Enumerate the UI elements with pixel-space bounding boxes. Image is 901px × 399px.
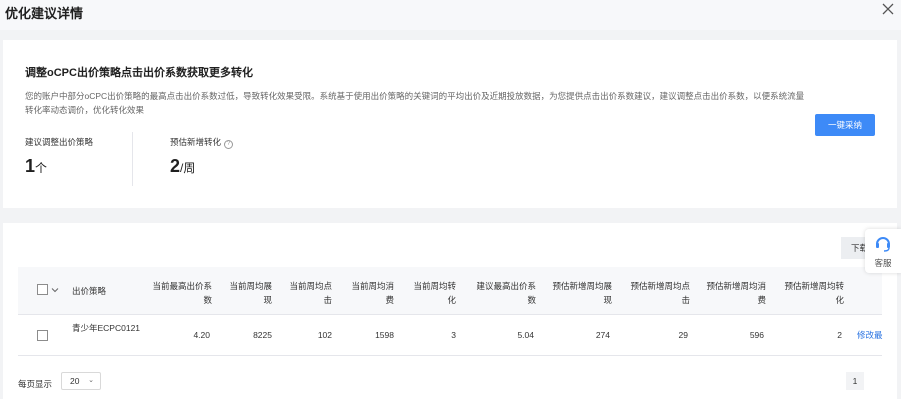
- modify-link[interactable]: 修改最: [857, 328, 887, 342]
- column-header-strategy: 出价策略: [72, 286, 107, 296]
- suggestion-description: 您的账户中部分oCPC出价策略的最高点击出价系数过低，导致转化效果受限。系统基于…: [25, 91, 805, 115]
- select-all-checkbox[interactable]: [37, 284, 48, 295]
- column-header: 当前周均转化: [413, 281, 456, 305]
- table-row: 青少年ECPC0121 4.20 8225 102 1598 3 5.04 27…: [18, 315, 883, 356]
- page-size-value: 20: [70, 376, 80, 386]
- column-header: 预估新增周均展现: [552, 281, 612, 305]
- stat-value-strategies: 1个: [25, 156, 47, 177]
- row-checkbox[interactable]: [37, 330, 48, 341]
- stat-unit: 个: [35, 161, 48, 175]
- cell-value: 3: [451, 330, 456, 340]
- stat-number: 2: [170, 156, 181, 176]
- dialog-header: 优化建议详情: [0, 0, 901, 30]
- column-header: 预估新增周均消费: [706, 281, 766, 305]
- cell-value: 1598: [375, 330, 394, 340]
- suggestion-card: 调整oCPC出价策略点击出价系数获取更多转化 您的账户中部分oCPC出价策略的最…: [3, 40, 897, 208]
- cell-value: 102: [317, 330, 332, 340]
- stat-label-strategies: 建议调整出价策略: [25, 137, 94, 147]
- cell-value: 274: [595, 330, 610, 340]
- stat-label-conversions: 预估新增转化?: [170, 136, 234, 149]
- page-size-select[interactable]: 20 ⌄: [61, 372, 101, 390]
- stat-unit: /周: [180, 161, 196, 175]
- strategy-name: 青少年ECPC0121: [72, 323, 141, 333]
- column-header: 建议最高出价系数: [476, 281, 536, 305]
- page-size-label: 每页显示: [18, 379, 53, 389]
- cell-value: 2: [837, 330, 842, 340]
- customer-service-label: 客服: [874, 258, 892, 268]
- stat-divider: [132, 132, 133, 186]
- table-header: 出价策略 当前最高出价系数 当前周均展现 当前周均点击 当前周均消费 当前周均转…: [18, 267, 882, 315]
- page-number[interactable]: 1: [846, 372, 864, 390]
- column-header: 当前周均展现: [229, 281, 272, 305]
- stat-number: 1: [25, 156, 36, 176]
- cell-value: 29: [678, 330, 688, 340]
- column-header: 预估新增周均点击: [630, 281, 690, 305]
- apply-all-button[interactable]: 一键采纳: [815, 114, 875, 136]
- headset-icon: [876, 237, 890, 252]
- cell-value: 5.04: [517, 330, 534, 340]
- chevron-down-icon: ⌄: [88, 377, 94, 384]
- customer-service-button[interactable]: 客服: [865, 229, 901, 273]
- chevron-down-icon[interactable]: [51, 286, 59, 294]
- stat-label-text: 预估新增转化: [170, 137, 222, 147]
- cell-value: 8225: [253, 330, 272, 340]
- suggestion-title: 调整oCPC出价策略点击出价系数获取更多转化: [25, 67, 253, 79]
- column-header: 当前周均点击: [289, 281, 332, 305]
- column-header: 预估新增周均转化: [784, 281, 844, 305]
- help-icon[interactable]: ?: [224, 140, 234, 149]
- close-icon[interactable]: [880, 1, 896, 17]
- column-header: 当前周均消费: [351, 281, 394, 305]
- table-panel: 下载 出价策略 当前最高出价系数 当前周均展现 当前周均点击 当前周均消费 当前…: [3, 223, 897, 399]
- strategy-table: 出价策略 当前最高出价系数 当前周均展现 当前周均点击 当前周均消费 当前周均转…: [18, 267, 883, 356]
- dialog-title: 优化建议详情: [5, 6, 84, 21]
- column-header: 当前最高出价系数: [152, 281, 212, 305]
- stat-value-conversions: 2/周: [170, 156, 195, 177]
- cell-value: 596: [749, 330, 764, 340]
- cell-value: 4.20: [193, 330, 210, 340]
